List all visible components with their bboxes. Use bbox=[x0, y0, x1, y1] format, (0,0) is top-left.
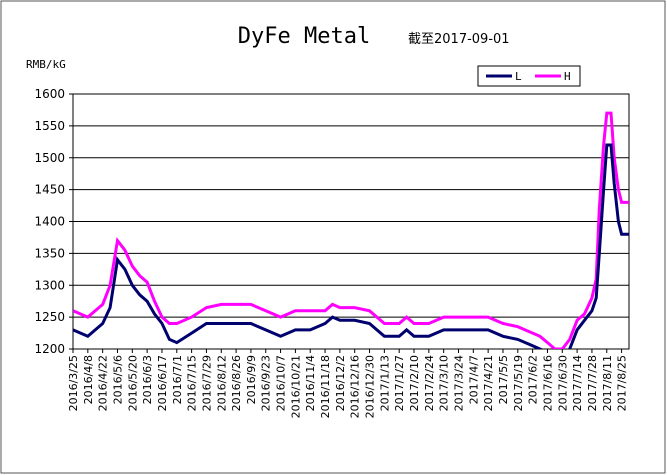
y-tick-label: 1300 bbox=[34, 278, 65, 292]
x-tick-label: 2017/6/30 bbox=[556, 355, 569, 411]
x-tick-label: 2016/6/17 bbox=[156, 355, 169, 411]
x-tick-label: 2017/1/13 bbox=[378, 355, 391, 411]
legend-label-l: L bbox=[515, 70, 522, 83]
x-tick-label: 2016/6/3 bbox=[141, 355, 154, 404]
y-tick-label: 1600 bbox=[34, 87, 65, 101]
x-tick-label: 2017/6/2 bbox=[527, 355, 540, 404]
x-tick-label: 2016/4/8 bbox=[82, 355, 95, 404]
x-tick-label: 2017/4/21 bbox=[482, 355, 495, 411]
y-tick-label: 1200 bbox=[34, 342, 65, 356]
x-tick-label: 2016/8/26 bbox=[230, 355, 243, 411]
y-tick-label: 1250 bbox=[34, 310, 65, 324]
x-tick-label: 2017/3/10 bbox=[438, 355, 451, 411]
y-tick-label: 1450 bbox=[34, 183, 65, 197]
x-tick-label: 2016/4/22 bbox=[97, 355, 110, 411]
x-tick-label: 2017/5/5 bbox=[497, 355, 510, 404]
x-tick-label: 2016/12/30 bbox=[364, 355, 377, 418]
x-tick-label: 2016/7/29 bbox=[200, 355, 213, 411]
x-tick-label: 2017/6/16 bbox=[541, 355, 554, 411]
x-tick-label: 2016/7/1 bbox=[171, 355, 184, 404]
x-tick-label: 2017/7/14 bbox=[571, 355, 584, 411]
x-tick-label: 2016/11/18 bbox=[319, 355, 332, 418]
chart-title: DyFe Metal bbox=[238, 24, 370, 49]
x-tick-label: 2016/5/6 bbox=[111, 355, 124, 404]
x-tick-label: 2017/8/11 bbox=[601, 355, 614, 411]
legend-label-h: H bbox=[564, 70, 571, 83]
x-tick-label: 2016/10/7 bbox=[275, 355, 288, 411]
x-tick-label: 2016/9/23 bbox=[260, 355, 273, 411]
x-tick-label: 2016/9/9 bbox=[245, 355, 258, 404]
x-tick-label: 2017/8/25 bbox=[616, 355, 629, 411]
y-tick-label: 1550 bbox=[34, 119, 65, 133]
x-tick-label: 2016/3/25 bbox=[67, 355, 80, 411]
x-tick-label: 2017/1/27 bbox=[393, 355, 406, 411]
y-tick-label: 1350 bbox=[34, 246, 65, 260]
x-tick-label: 2017/3/24 bbox=[452, 355, 465, 411]
legend: L H bbox=[477, 65, 581, 87]
x-tick-label: 2017/5/19 bbox=[512, 355, 525, 411]
x-tick-label: 2016/8/12 bbox=[215, 355, 228, 411]
x-tick-label: 2016/10/21 bbox=[289, 355, 302, 418]
y-axis-label: RMB/kG bbox=[26, 58, 66, 71]
x-tick-label: 2017/2/10 bbox=[408, 355, 421, 411]
x-tick-label: 2016/7/15 bbox=[186, 355, 199, 411]
x-tick-label: 2017/7/28 bbox=[586, 355, 599, 411]
x-tick-label: 2017/2/24 bbox=[423, 355, 436, 411]
y-tick-label: 1500 bbox=[34, 151, 65, 165]
x-tick-label: 2016/12/16 bbox=[349, 355, 362, 418]
y-tick-label: 1400 bbox=[34, 215, 65, 229]
x-tick-label: 2016/5/20 bbox=[126, 355, 139, 411]
chart-subtitle: 截至2017-09-01 bbox=[408, 32, 510, 47]
x-tick-label: 2016/12/2 bbox=[334, 355, 347, 411]
x-tick-label: 2017/4/7 bbox=[467, 355, 480, 404]
x-tick-label: 2016/11/4 bbox=[304, 355, 317, 411]
chart: DyFe Metal 截至2017-09-01 RMB/kG 1200 1250 1… bbox=[0, 0, 666, 474]
